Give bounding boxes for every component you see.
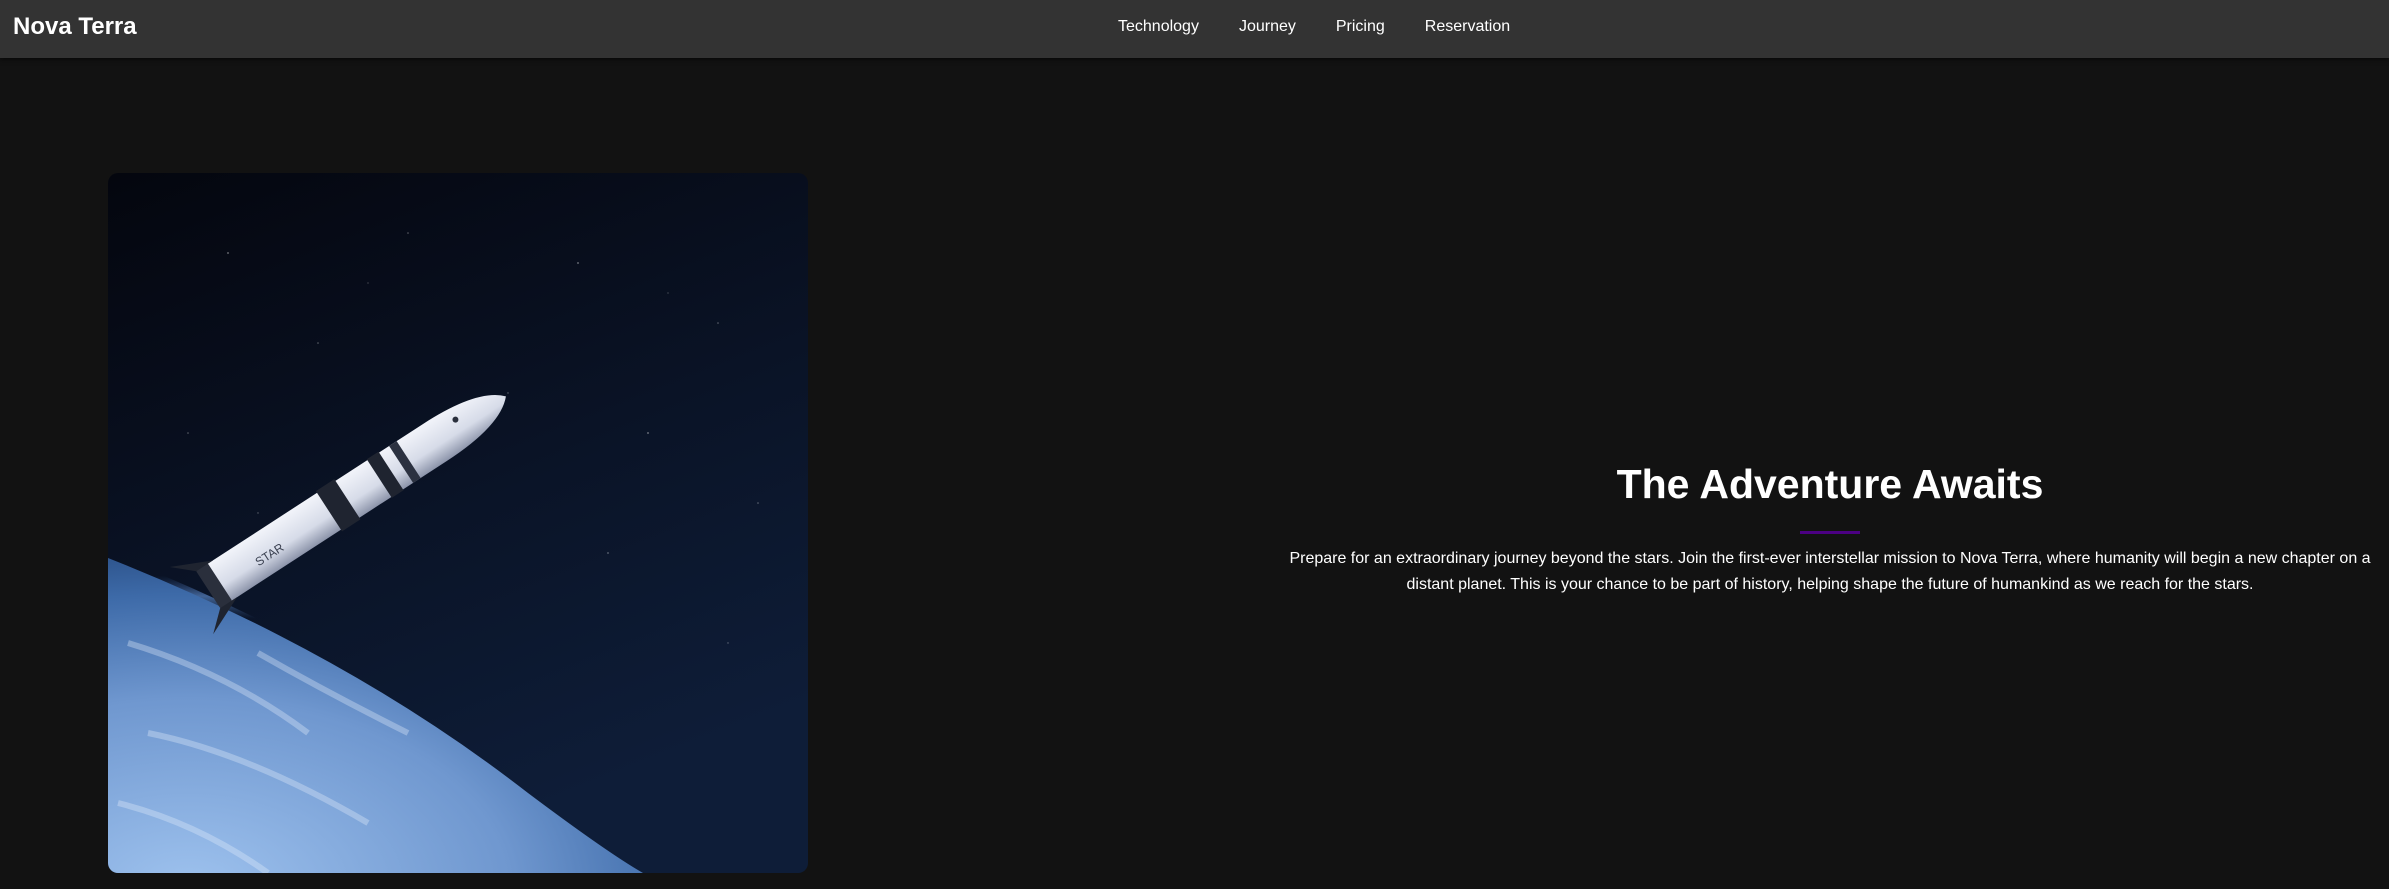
nav-link-technology[interactable]: Technology — [1118, 17, 1199, 37]
rocket-space-illustration: STAR — [108, 173, 808, 873]
title-divider — [1800, 531, 1860, 534]
nav-link-journey[interactable]: Journey — [1239, 17, 1296, 37]
hero-description: Prepare for an extraordinary journey bey… — [1289, 550, 2371, 593]
navbar: Nova Terra Technology Journey Pricing Re… — [0, 0, 2389, 58]
hero-image: STAR — [108, 173, 808, 873]
nav-links: Technology Journey Pricing Reservation — [1118, 17, 1510, 37]
hero-title: The Adventure Awaits — [1616, 461, 2044, 507]
hero-content: The Adventure Awaits Prepare for an extr… — [1270, 456, 2389, 598]
nav-link-pricing[interactable]: Pricing — [1336, 17, 1385, 37]
brand-logo[interactable]: Nova Terra — [13, 13, 137, 41]
nav-link-reservation[interactable]: Reservation — [1425, 17, 1510, 37]
